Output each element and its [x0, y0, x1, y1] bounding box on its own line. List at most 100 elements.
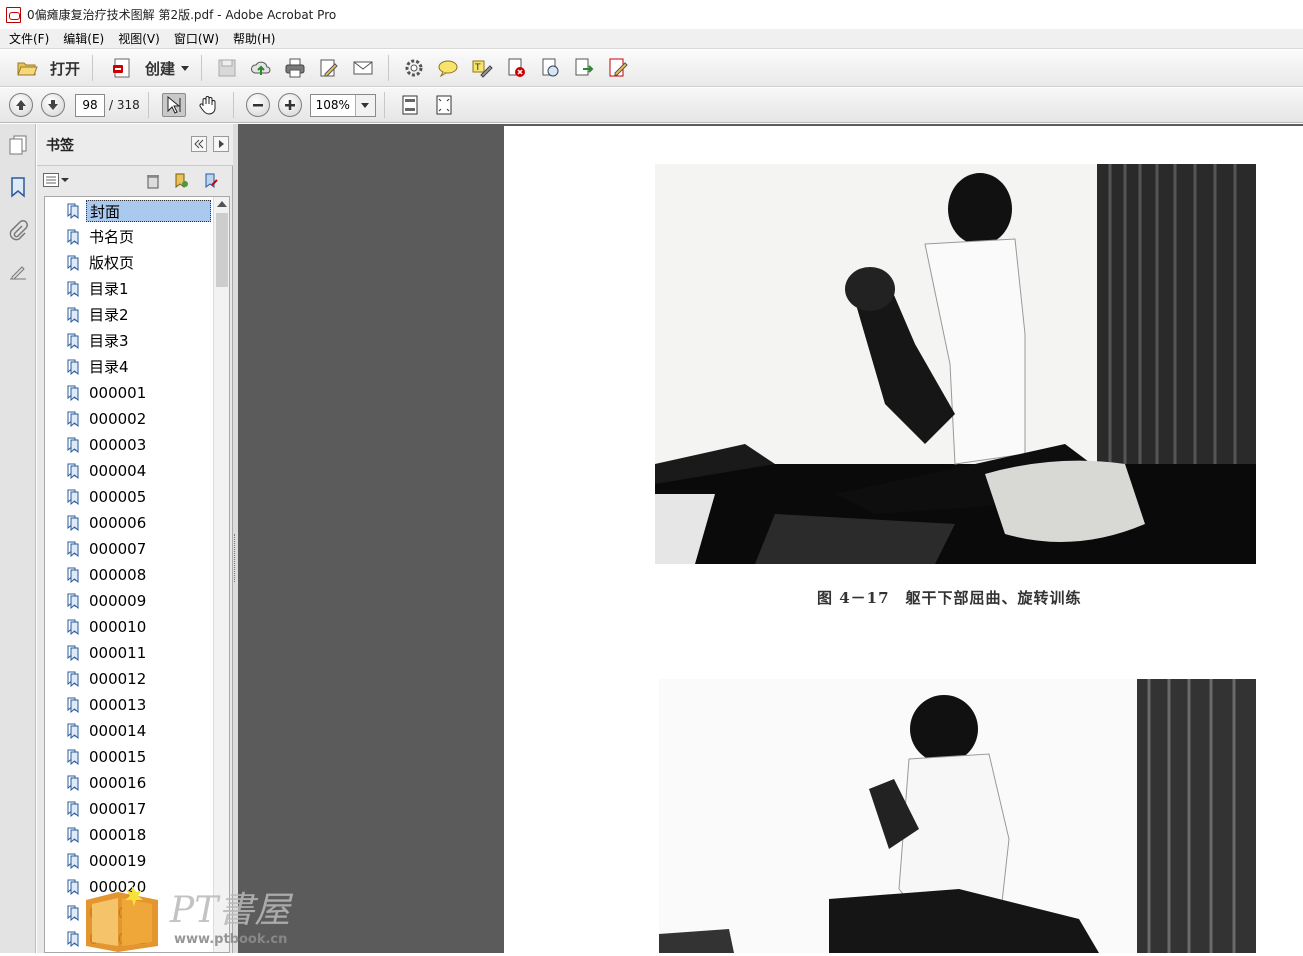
gear-icon[interactable]: [402, 56, 426, 80]
zoom-value: 108%: [315, 98, 350, 112]
email-icon[interactable]: [351, 56, 375, 80]
upload-cloud-icon[interactable]: [249, 56, 273, 80]
delete-bookmark-button[interactable]: [145, 173, 161, 192]
bookmark-item[interactable]: 000017: [45, 797, 149, 821]
bookmark-label: 000014: [89, 722, 147, 740]
bookmark-item[interactable]: 000008: [45, 563, 149, 587]
bookmark-label: 000006: [89, 514, 147, 532]
trash-icon: [147, 175, 159, 189]
bookmark-item[interactable]: 封面: [45, 199, 211, 223]
hand-icon: [199, 96, 216, 115]
bookmark-item[interactable]: 000003: [45, 433, 149, 457]
bookmark-item[interactable]: 000012: [45, 667, 149, 691]
toolbar-divider: [388, 55, 390, 81]
highlight-text-icon[interactable]: T: [470, 56, 494, 80]
open-button[interactable]: 打开: [6, 54, 84, 82]
bookmark-item[interactable]: 版权页: [45, 251, 137, 275]
bookmark-scrollbar[interactable]: [213, 197, 229, 952]
bookmark-item[interactable]: 000016: [45, 771, 149, 795]
menu-bar: 文件(F) 编辑(E) 视图(V) 窗口(W) 帮助(H): [0, 29, 1303, 49]
bookmark-icon: [67, 619, 79, 635]
comment-icon[interactable]: [436, 56, 460, 80]
zoom-in-button[interactable]: [277, 93, 302, 117]
toolbar-divider: [383, 92, 385, 118]
bookmark-icon: [67, 801, 79, 817]
scroll-up-arrow-icon[interactable]: [217, 201, 227, 207]
bookmark-properties-button[interactable]: [203, 173, 219, 192]
full-screen-button[interactable]: [432, 93, 456, 117]
bookmark-item[interactable]: 000019: [45, 849, 149, 873]
bookmark-item[interactable]: 000013: [45, 693, 149, 717]
zoom-dropdown-button[interactable]: [354, 94, 375, 116]
bookmark-item[interactable]: 000001: [45, 381, 149, 405]
bookmark-item[interactable]: 000009: [45, 589, 149, 613]
bookmark-icon: [67, 697, 79, 713]
secure-document-icon[interactable]: [538, 56, 562, 80]
bookmark-item[interactable]: 目录2: [45, 303, 132, 327]
signatures-icon[interactable]: [5, 260, 31, 286]
bookmark-item[interactable]: 000011: [45, 641, 149, 665]
save-icon[interactable]: [215, 56, 239, 80]
bookmark-item[interactable]: 目录3: [45, 329, 132, 353]
bookmark-item[interactable]: 目录1: [45, 277, 132, 301]
next-page-button[interactable]: [41, 93, 65, 117]
bookmark-icon: [67, 411, 79, 427]
attachments-paperclip-icon[interactable]: [5, 218, 31, 244]
bookmark-item[interactable]: 书名页: [45, 225, 137, 249]
bookmark-item[interactable]: 000004: [45, 459, 149, 483]
bookmark-label: 000008: [89, 566, 147, 584]
zoom-out-button[interactable]: [245, 93, 270, 117]
bookmark-item[interactable]: 000005: [45, 485, 149, 509]
document-viewer[interactable]: 图 4－17 躯干下部屈曲、旋转训练: [238, 124, 1303, 953]
bookmark-icon: [67, 307, 79, 323]
bookmark-item[interactable]: 000007: [45, 537, 149, 561]
bookmark-item[interactable]: 000018: [45, 823, 149, 847]
menu-window[interactable]: 窗口(W): [167, 30, 226, 47]
new-bookmark-icon: [175, 173, 188, 188]
bookmark-list[interactable]: 封面 书名页 版权页 目录1 目录2 目录3 目录4 000001 000002 000003 00…: [44, 196, 230, 953]
bookmark-icon: [67, 229, 79, 245]
bookmark-icon: [67, 437, 79, 453]
arrow-down-icon: [48, 100, 58, 110]
bookmark-label: 000011: [89, 644, 147, 662]
collapse-panel-button[interactable]: [191, 136, 207, 152]
menu-view[interactable]: 视图(V): [111, 30, 167, 47]
bookmark-icon: [67, 385, 79, 401]
expand-panel-button[interactable]: [213, 136, 229, 152]
bookmark-label: 000019: [89, 852, 147, 870]
bookmark-item[interactable]: 000010: [45, 615, 149, 639]
previous-page-button[interactable]: [9, 93, 33, 117]
page-thumbnails-icon[interactable]: [5, 132, 31, 158]
create-button[interactable]: 创建: [101, 54, 193, 82]
delete-page-icon[interactable]: [504, 56, 528, 80]
menu-help[interactable]: 帮助(H): [226, 30, 282, 47]
options-menu-button[interactable]: [43, 173, 69, 187]
bookmark-item[interactable]: 000014: [45, 719, 149, 743]
bookmark-label: 000009: [89, 592, 147, 610]
fit-page-button[interactable]: [398, 93, 422, 117]
menu-file[interactable]: 文件(F): [2, 30, 56, 47]
scrollbar-thumb[interactable]: [216, 213, 228, 287]
splitter-grip[interactable]: [234, 534, 237, 582]
bookmark-item[interactable]: 000015: [45, 745, 149, 769]
sign-document-icon[interactable]: [606, 56, 630, 80]
bookmark-item[interactable]: 000006: [45, 511, 149, 535]
page-number-input[interactable]: 98: [75, 93, 105, 117]
chevron-down-icon: [361, 102, 370, 108]
select-tool-button[interactable]: [161, 93, 186, 117]
bookmarks-panel-icon[interactable]: [5, 174, 31, 200]
new-bookmark-button[interactable]: [173, 173, 189, 192]
bookmark-label: 000007: [89, 540, 147, 558]
export-document-icon[interactable]: [572, 56, 596, 80]
print-icon[interactable]: [283, 56, 307, 80]
bookmark-icon: [67, 333, 79, 349]
edit-document-icon[interactable]: [317, 56, 341, 80]
open-label: 打开: [50, 59, 81, 78]
menu-edit[interactable]: 编辑(E): [56, 30, 111, 47]
zoom-select[interactable]: 108%: [309, 93, 376, 117]
hand-tool-button[interactable]: [196, 93, 220, 117]
bookmark-item[interactable]: 目录4: [45, 355, 132, 379]
watermark-logo: PT書屋 www.ptbook.cn: [82, 880, 322, 953]
bookmark-icon: [67, 515, 79, 531]
bookmark-item[interactable]: 000002: [45, 407, 149, 431]
